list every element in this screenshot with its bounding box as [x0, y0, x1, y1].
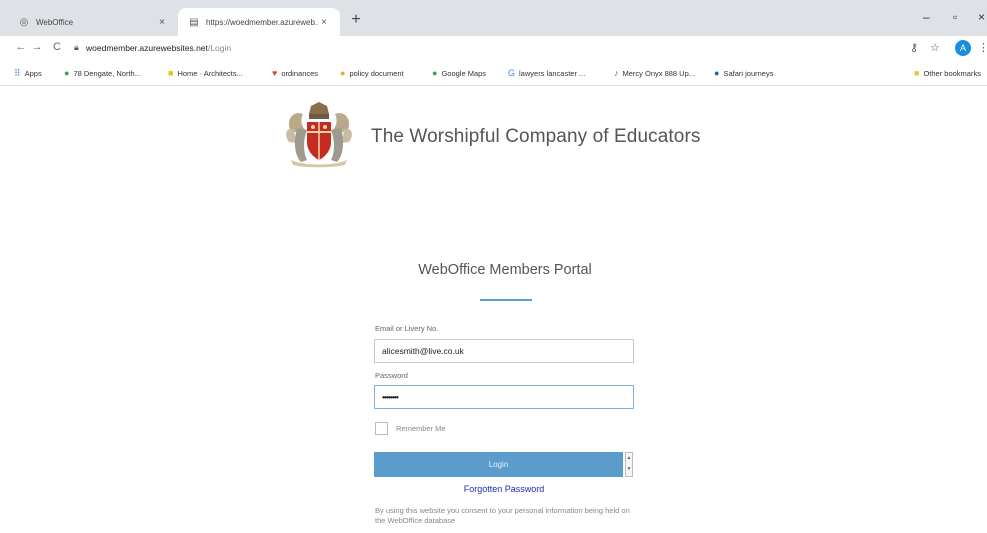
browser-tab-strip: ◎ WebOffice × ▤ https://woedmember.azure…: [0, 0, 987, 36]
email-input[interactable]: alicesmith@live.co.uk: [374, 339, 634, 363]
maps-pin-icon: ●: [432, 68, 438, 78]
consent-notice: By using this website you consent to you…: [375, 506, 630, 525]
browser-toolbar: ← → C 🔒︎ woedmember.azurewebsites.net/Lo…: [0, 36, 987, 62]
url-host: woedmember.azurewebsites.net: [86, 43, 208, 53]
remember-me-checkbox[interactable]: [375, 422, 388, 435]
email-label: Email or Livery No.: [375, 324, 439, 333]
forgotten-password-link[interactable]: Forgotten Password: [374, 484, 634, 494]
bookmark-item[interactable]: ⠿ Apps: [14, 68, 42, 79]
bookmark-item[interactable]: ♥ ordinances: [272, 68, 318, 78]
bookmark-label: Home · Architects...: [177, 68, 243, 78]
maps-pin-icon: ●: [64, 68, 70, 78]
mercy-icon: ♪: [614, 68, 619, 78]
bookmark-label: Mercy Onyx 888 Up...: [622, 68, 696, 78]
tab-weboffice[interactable]: ◎ WebOffice ×: [8, 8, 178, 36]
password-label: Password: [375, 371, 408, 380]
menu-icon[interactable]: ⋮: [978, 41, 987, 54]
bookmark-label: Google Maps: [441, 68, 487, 78]
password-input[interactable]: ••••••••: [374, 385, 634, 409]
google-icon: G: [508, 68, 516, 78]
back-button[interactable]: ←: [14, 41, 28, 53]
window-close-button[interactable]: ×: [978, 10, 985, 24]
tab-login[interactable]: ▤ https://woedmember.azureweb... ×: [178, 8, 340, 36]
star-icon[interactable]: ☆: [930, 41, 940, 54]
bookmark-label: ordinances: [281, 68, 319, 78]
close-icon[interactable]: ×: [156, 17, 168, 28]
bookmark-item[interactable]: ♪ Mercy Onyx 888 Up...: [614, 68, 695, 78]
bookmark-item[interactable]: ● policy document: [340, 68, 404, 78]
organisation-name: The Worshipful Company of Educators: [371, 126, 701, 147]
folder-icon: ■: [914, 68, 920, 78]
scroll-spinner[interactable]: ▲ ▼: [625, 452, 633, 477]
bookmark-label: lawyers lancaster ...: [519, 68, 586, 78]
bookmark-item[interactable]: ■ Home · Architects...: [168, 68, 243, 78]
bookmark-label: Apps: [24, 69, 42, 78]
tab-title: WebOffice: [36, 17, 74, 27]
close-icon[interactable]: ×: [318, 17, 330, 28]
bookmark-label: Other bookmarks: [923, 68, 981, 78]
remember-me-label[interactable]: Remember Me: [396, 424, 446, 433]
bookmark-item[interactable]: ● Safari journeys: [714, 68, 773, 78]
bookmark-item[interactable]: Glawyers lancaster ...: [508, 68, 585, 78]
bookmark-item[interactable]: ● Google Maps: [432, 68, 486, 78]
page-icon: ▤: [189, 16, 199, 28]
new-tab-button[interactable]: +: [348, 12, 364, 28]
bookmarks-bar: ⠿ Apps ● 78 Dengate, North... ■ Home · Arch…: [0, 62, 987, 86]
url-path: /Login: [207, 43, 232, 53]
policy-icon: ●: [340, 68, 346, 78]
login-button[interactable]: Login: [374, 452, 623, 477]
lock-icon[interactable]: 🔒︎: [74, 42, 79, 53]
bookmark-label: 78 Dengate, North...: [73, 68, 141, 78]
globe-icon: ◎: [19, 16, 29, 28]
architects-icon: ■: [168, 68, 174, 78]
portal-title: WebOffice Members Portal: [418, 262, 592, 278]
bookmark-item[interactable]: ■ Other bookmarks: [914, 68, 981, 78]
bookmark-label: Safari journeys: [723, 68, 774, 78]
maximize-button[interactable]: ▫: [953, 10, 957, 24]
heart-icon: ♥: [272, 68, 278, 78]
profile-avatar[interactable]: A: [955, 40, 971, 56]
bookmark-label: policy document: [349, 68, 404, 78]
coat-of-arms-logo: [286, 102, 352, 168]
apps-grid-icon: ⠿: [14, 68, 21, 78]
forward-button[interactable]: →: [30, 41, 44, 53]
address-bar[interactable]: woedmember.azurewebsites.net/Login: [86, 43, 231, 53]
key-icon[interactable]: ⚷: [910, 41, 918, 54]
tab-title: https://woedmember.azureweb...: [206, 17, 318, 27]
safari-icon: ●: [714, 68, 720, 78]
minimize-button[interactable]: –: [923, 10, 930, 24]
title-underline: [480, 299, 532, 301]
bookmark-item[interactable]: ● 78 Dengate, North...: [64, 68, 141, 78]
reload-button[interactable]: C: [50, 41, 64, 53]
